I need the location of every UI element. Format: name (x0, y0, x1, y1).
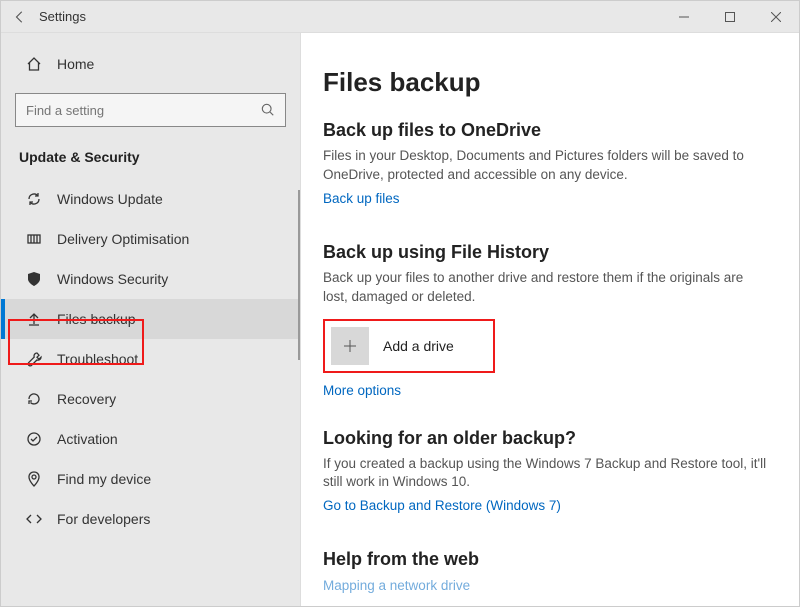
home-icon (25, 55, 43, 73)
content-area: Home Update & Security Windows Update De… (1, 33, 799, 606)
window-controls (661, 1, 799, 33)
delivery-icon (25, 230, 43, 248)
sidebar: Home Update & Security Windows Update De… (1, 33, 301, 606)
search-input[interactable] (26, 103, 261, 118)
close-button[interactable] (753, 1, 799, 33)
titlebar: Settings (1, 1, 799, 33)
sidebar-item-label: Windows Update (57, 191, 163, 207)
older-link[interactable]: Go to Backup and Restore (Windows 7) (323, 498, 561, 513)
refresh-icon (25, 190, 43, 208)
sidebar-item-activation[interactable]: Activation (1, 419, 300, 459)
back-button[interactable] (1, 10, 39, 24)
sidebar-item-label: Files backup (57, 311, 136, 327)
sidebar-item-label: Troubleshoot (57, 351, 138, 367)
sidebar-home[interactable]: Home (1, 47, 300, 81)
sidebar-item-recovery[interactable]: Recovery (1, 379, 300, 419)
recovery-icon (25, 390, 43, 408)
onedrive-heading: Back up files to OneDrive (323, 120, 771, 141)
minimize-button[interactable] (661, 1, 707, 33)
sidebar-home-label: Home (57, 56, 94, 72)
sidebar-item-label: For developers (57, 511, 150, 527)
main-panel: Files backup Back up files to OneDrive F… (301, 33, 799, 606)
page-title: Files backup (323, 67, 771, 98)
window-title: Settings (39, 9, 661, 24)
search-icon (261, 103, 275, 117)
sidebar-item-delivery-optimisation[interactable]: Delivery Optimisation (1, 219, 300, 259)
sidebar-item-label: Activation (57, 431, 118, 447)
more-options-link[interactable]: More options (323, 383, 401, 398)
maximize-button[interactable] (707, 1, 753, 33)
sidebar-item-find-my-device[interactable]: Find my device (1, 459, 300, 499)
troubleshoot-icon (25, 350, 43, 368)
sidebar-item-label: Delivery Optimisation (57, 231, 189, 247)
sidebar-item-files-backup[interactable]: Files backup (1, 299, 300, 339)
onedrive-desc: Files in your Desktop, Documents and Pic… (323, 147, 771, 185)
onedrive-link[interactable]: Back up files (323, 191, 400, 206)
help-link[interactable]: Mapping a network drive (323, 578, 470, 593)
activation-icon (25, 430, 43, 448)
add-drive-label: Add a drive (383, 338, 454, 354)
sidebar-item-label: Windows Security (57, 271, 168, 287)
help-heading: Help from the web (323, 549, 771, 570)
history-heading: Back up using File History (323, 242, 771, 263)
sidebar-item-windows-security[interactable]: Windows Security (1, 259, 300, 299)
add-drive-button[interactable]: Add a drive (323, 319, 495, 373)
sidebar-item-windows-update[interactable]: Windows Update (1, 179, 300, 219)
sidebar-item-for-developers[interactable]: For developers (1, 499, 300, 539)
section-header: Update & Security (1, 139, 300, 179)
history-desc: Back up your files to another drive and … (323, 269, 771, 307)
find-device-icon (25, 470, 43, 488)
sidebar-item-label: Recovery (57, 391, 116, 407)
developers-icon (25, 510, 43, 528)
older-heading: Looking for an older backup? (323, 428, 771, 449)
scrollbar[interactable] (298, 190, 300, 360)
sidebar-item-label: Find my device (57, 471, 151, 487)
older-desc: If you created a backup using the Window… (323, 455, 771, 493)
plus-icon (331, 327, 369, 365)
backup-icon (25, 310, 43, 328)
shield-icon (25, 270, 43, 288)
sidebar-item-troubleshoot[interactable]: Troubleshoot (1, 339, 300, 379)
search-box[interactable] (15, 93, 286, 127)
